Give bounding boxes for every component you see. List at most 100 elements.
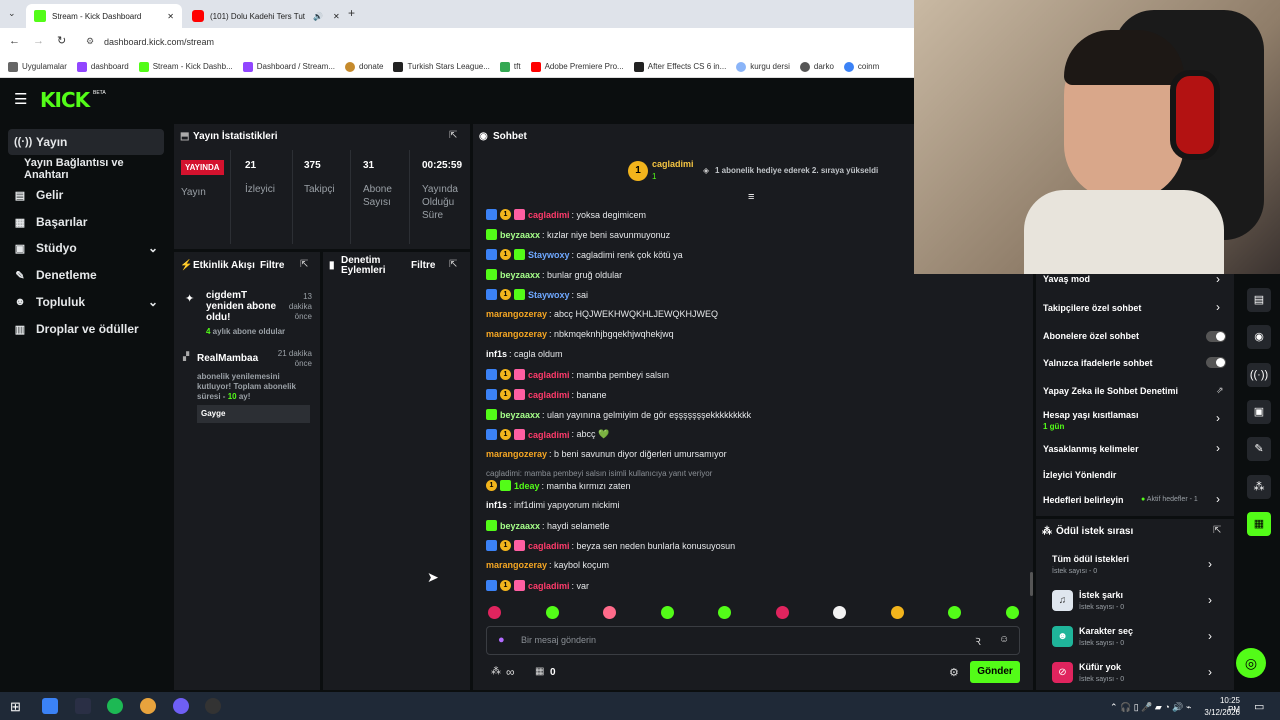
chevron-right-icon[interactable]: › (1216, 300, 1220, 314)
chat-message[interactable]: beyzaaxx: haydi selametle (486, 520, 610, 531)
chat-username[interactable]: inf1s (486, 500, 507, 510)
sidebar-item-stream-key[interactable]: Yayın Bağlantısı ve Anahtarı (8, 156, 164, 182)
chat-username[interactable]: beyzaaxx (500, 410, 540, 420)
chat-username[interactable]: beyzaaxx (500, 230, 540, 240)
app-icon[interactable] (42, 698, 58, 714)
chevron-right-icon[interactable]: › (1208, 593, 1212, 607)
reward-all-title[interactable]: Tüm ödül istekleri (1052, 554, 1129, 564)
popout-icon[interactable]: ⇱ (449, 130, 457, 141)
bookmark-dashboard[interactable]: dashboard (76, 61, 129, 72)
chat-scrollbar[interactable] (1030, 572, 1033, 596)
moderation-filter-button[interactable]: Filtre (411, 260, 435, 271)
chat-message[interactable]: 1 cagladimi: mamba pembeyi salsın (486, 369, 669, 380)
reward-song-title[interactable]: İstek şarkı (1079, 590, 1123, 600)
emote-icon[interactable] (603, 606, 616, 619)
speaker-icon[interactable]: 🔊 (313, 12, 323, 21)
community-icon[interactable]: ⁂ (1247, 475, 1271, 499)
chevron-right-icon[interactable]: › (1208, 665, 1212, 679)
bookmark-premiere[interactable]: Adobe Premiere Pro... (530, 61, 624, 72)
chat-message[interactable]: 1 1deay: mamba kırmızı zaten (486, 480, 631, 491)
sidebar-item-droplar[interactable]: ▥ Droplar ve ödüller (8, 316, 164, 342)
ai-moderation-row[interactable]: Yapay Zeka ile Sohbet Denetimi (1043, 386, 1178, 396)
bookmark-dashboard-stream[interactable]: Dashboard / Stream... (242, 61, 335, 72)
bookmark-coinm[interactable]: coinm (843, 61, 879, 72)
chat-username[interactable]: inf1s (486, 349, 507, 359)
chat-message[interactable]: inf1s: inf1dimi yapıyorum nickimi (486, 500, 620, 510)
emote-icon[interactable] (545, 606, 559, 619)
emote-icon[interactable] (488, 606, 501, 619)
chat-message[interactable]: 1 cagladimi: yoksa degimicem (486, 209, 646, 220)
sidebar-item-basarilar[interactable]: ▦ Başarılar (8, 209, 164, 235)
emotes-only-toggle[interactable] (1206, 357, 1226, 368)
chat-icon[interactable]: ◉ (1247, 325, 1271, 349)
account-age-row[interactable]: Hesap yaşı kısıtlaması (1043, 410, 1139, 420)
bookmark-tsl[interactable]: Turkish Stars League... (393, 61, 490, 72)
clock-date[interactable]: 3/12/2026 (1200, 708, 1240, 717)
chat-username[interactable]: marangozeray (486, 329, 547, 339)
bookmark-darko[interactable]: darko (799, 61, 834, 72)
layers-icon[interactable]: ▣ (1247, 400, 1271, 424)
chat-message[interactable]: inf1s: cagla oldum (486, 349, 563, 359)
bookmark-tft[interactable]: tft (499, 61, 521, 72)
reload-icon[interactable]: ↻ (57, 34, 66, 47)
activity-filter-button[interactable]: Filtre (260, 260, 284, 271)
translate-icon[interactable]: Ꝛ (975, 634, 981, 648)
forward-icon[interactable]: → (33, 35, 44, 47)
site-info-icon[interactable]: ⚙ (86, 36, 94, 47)
chat-username[interactable]: cagladimi (528, 210, 570, 220)
chevron-right-icon[interactable]: › (1216, 441, 1220, 455)
close-tab-icon[interactable]: ✕ (167, 12, 174, 21)
settings-icon[interactable]: ⚙ (949, 666, 959, 679)
chevron-right-icon[interactable]: › (1208, 629, 1212, 643)
slow-mode-row[interactable]: Yavaş mod (1043, 274, 1090, 284)
emote-icon[interactable] (775, 606, 789, 619)
pin-collapse-icon[interactable]: ≡ (748, 191, 754, 203)
url-field[interactable]: dashboard.kick.com/stream (104, 37, 214, 47)
sidebar-item-yayin[interactable]: ((·)) Yayın (8, 129, 164, 155)
bookmark-kurgu[interactable]: kurgu dersi (736, 61, 790, 72)
back-icon[interactable]: ← (9, 35, 20, 47)
chevron-right-icon[interactable]: › (1208, 557, 1212, 571)
tab-kick-dashboard[interactable]: Stream - Kick Dashboard ✕ (26, 4, 182, 28)
obs-icon[interactable] (205, 698, 221, 714)
close-tab-icon[interactable]: ✕ (333, 12, 340, 21)
popout-icon[interactable]: ⇱ (300, 259, 308, 270)
chat-username[interactable]: marangozeray (486, 560, 547, 570)
chat-username[interactable]: beyzaaxx (500, 521, 540, 531)
kick-logo[interactable]: KICK (40, 88, 90, 112)
support-chat-icon[interactable]: ◎ (1236, 648, 1266, 678)
followers-only-row[interactable]: Takipçilere özel sohbet (1043, 303, 1141, 313)
emote-icon[interactable] (890, 606, 904, 619)
notification-icon[interactable]: ▭ (1254, 700, 1264, 713)
gift-box-icon[interactable]: ▦ (535, 666, 544, 677)
chat-message[interactable]: marangozeray: kaybol koçum (486, 560, 609, 570)
chat-message[interactable]: marangozeray: b beni savunun diyor diğer… (486, 449, 727, 459)
chat-message[interactable]: 1 Staywoxy: cagladimi renk çok kötü ya (486, 249, 683, 260)
send-button[interactable]: Gönder (970, 661, 1020, 683)
menu-icon[interactable]: ☰ (14, 90, 27, 108)
microphone-icon[interactable]: ● (498, 634, 505, 646)
chat-username[interactable]: cagladimi (528, 390, 570, 400)
chevron-right-icon[interactable]: › (1216, 272, 1220, 286)
subscribers-only-toggle[interactable] (1206, 331, 1226, 342)
app-icon[interactable] (75, 698, 91, 714)
chat-username[interactable]: cagladimi (528, 370, 570, 380)
chat-username[interactable]: beyzaaxx (500, 270, 540, 280)
chevron-right-icon[interactable]: › (1216, 411, 1220, 425)
reward-noswear-title[interactable]: Küfür yok (1079, 662, 1121, 672)
chat-username[interactable]: Staywoxy (528, 290, 570, 300)
chat-username[interactable]: cagladimi (528, 581, 570, 591)
discord-icon[interactable] (173, 698, 189, 714)
chat-username[interactable]: Staywoxy (528, 250, 570, 260)
emote-icon[interactable] (1005, 606, 1019, 619)
goals-row[interactable]: Hedefleri belirleyin (1043, 495, 1124, 505)
bookmark-stream-kick[interactable]: Stream - Kick Dashb... (138, 61, 233, 72)
chat-message[interactable]: 1 Staywoxy: sai (486, 289, 588, 300)
bookmark-apps[interactable]: Uygulamalar (8, 61, 67, 72)
chat-message[interactable]: marangozeray: nbkmqeknhjbgqekhjwqhekjwq (486, 329, 674, 339)
emote-icon[interactable] (833, 606, 846, 619)
chat-username[interactable]: marangozeray (486, 449, 547, 459)
emote-icon[interactable] (660, 606, 674, 619)
chat-username[interactable]: cagladimi (528, 541, 570, 551)
chat-message[interactable]: beyzaaxx: bunlar gruğ oldular (486, 269, 622, 280)
